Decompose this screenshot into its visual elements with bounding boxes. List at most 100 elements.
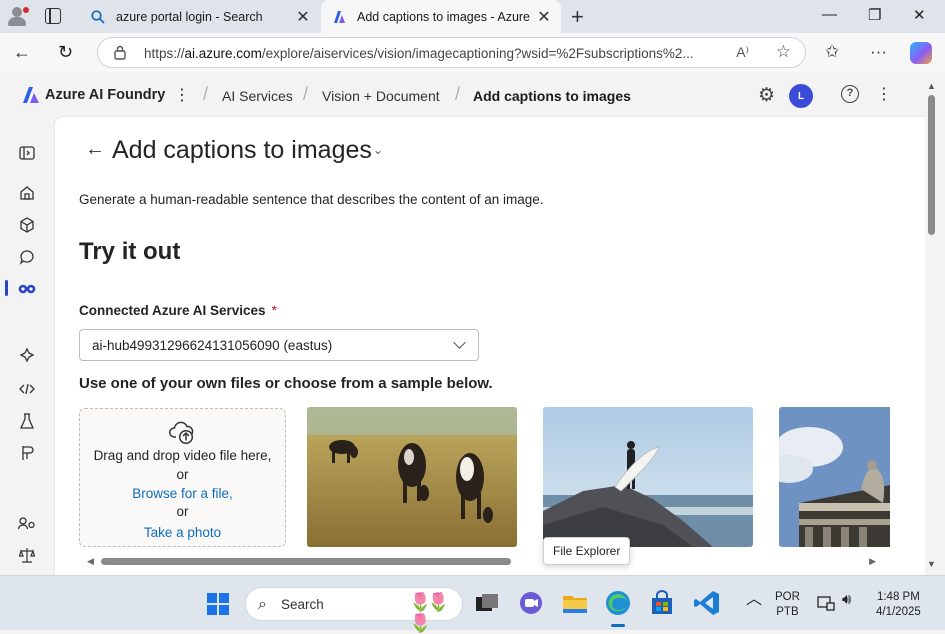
new-tab-icon[interactable]: +	[571, 4, 584, 30]
network-icon[interactable]	[817, 595, 835, 616]
address-bar-row: ← ↻ https://ai.azure.com/explore/aiservi…	[0, 33, 945, 73]
taskbar-tooltip: File Explorer	[543, 537, 631, 565]
evaluation-flask-icon[interactable]	[17, 411, 37, 431]
back-icon[interactable]: ←	[13, 42, 31, 63]
minimize-icon[interactable]: —	[822, 6, 837, 23]
tab-title: azure portal login - Search	[116, 9, 263, 24]
brand-name[interactable]: Azure AI Foundry	[45, 87, 165, 103]
profile-icon[interactable]	[6, 5, 29, 27]
breadcrumb-separator: /	[455, 84, 461, 104]
model-catalog-icon[interactable]	[17, 215, 37, 235]
tulips-icon: 🌷🌷🌷	[409, 592, 450, 633]
header-more-icon[interactable]: ⋮	[876, 84, 892, 104]
page-description: Generate a human-readable sentence that …	[79, 192, 544, 207]
more-options-icon[interactable]: ···	[870, 42, 887, 62]
scroll-left-icon[interactable]: ◀	[87, 556, 94, 567]
breadcrumb-separator: /	[203, 84, 209, 104]
sample-gallery: Drag and drop video file here, or Browse…	[79, 407, 890, 549]
windows-start-icon[interactable]	[207, 593, 229, 615]
user-avatar[interactable]: L	[789, 84, 813, 108]
upload-instructions: Drag and drop video file here,	[93, 448, 272, 463]
close-window-icon[interactable]: ✕	[913, 6, 926, 24]
favorites-icon[interactable]: ✩	[825, 42, 839, 62]
browser-tab-strip: azure portal login - Search ✕ Add captio…	[0, 0, 945, 33]
read-aloud-icon[interactable]: A⁾	[736, 44, 749, 61]
breadcrumb-more-icon[interactable]: ⋮	[174, 85, 190, 105]
close-tab-icon[interactable]: ✕	[292, 7, 314, 27]
browse-file-link[interactable]: Browse for a file,	[80, 486, 285, 501]
back-arrow-icon[interactable]: ←	[85, 138, 105, 161]
scroll-up-icon[interactable]: ▲	[927, 81, 936, 91]
breadcrumb-vision-document[interactable]: Vision + Document	[322, 88, 440, 104]
breadcrumb-current: Add captions to images	[473, 88, 631, 104]
search-icon: ⌕	[258, 596, 267, 613]
clock[interactable]: 1:48 PM 4/1/2025	[876, 590, 921, 620]
tab-actions-icon[interactable]	[45, 8, 61, 24]
microsoft-store-icon[interactable]	[648, 589, 676, 617]
code-icon[interactable]	[17, 379, 37, 399]
scroll-right-icon[interactable]: ▶	[869, 556, 876, 567]
refresh-icon[interactable]: ↻	[58, 42, 73, 63]
restore-icon[interactable]: ❐	[868, 6, 881, 24]
left-nav-rail	[0, 117, 55, 575]
meet-now-icon[interactable]	[517, 589, 545, 617]
governance-scale-icon[interactable]	[17, 545, 37, 565]
file-explorer-icon[interactable]	[561, 589, 589, 617]
vscode-icon[interactable]	[693, 589, 721, 617]
taskbar-search[interactable]: ⌕ Search 🌷🌷🌷	[245, 587, 463, 633]
active-indicator	[5, 280, 8, 296]
gallery-scrollbar[interactable]: ◀ ▶	[79, 555, 890, 567]
breadcrumb-separator: /	[303, 84, 309, 104]
connected-services-label: Connected Azure AI Services *	[79, 303, 277, 318]
upload-dropzone[interactable]: Drag and drop video file here, or Browse…	[79, 408, 286, 547]
help-icon[interactable]: ?	[841, 85, 859, 103]
page-scrollbar[interactable]: ▲ ▼	[925, 73, 938, 575]
taskbar-search-placeholder: Search	[281, 597, 324, 612]
breadcrumb-ai-services[interactable]: AI Services	[222, 88, 293, 104]
connected-service-dropdown[interactable]: ai-hub49931296624131056090 (eastus)	[79, 329, 479, 361]
tab-title: Add captions to images - Azure AI	[357, 9, 533, 24]
page-title: Add captions to images	[112, 136, 372, 164]
take-photo-link[interactable]: Take a photo	[80, 525, 285, 540]
selected-service: ai-hub49931296624131056090 (eastus)	[92, 338, 333, 353]
scroll-down-icon[interactable]: ▼	[927, 559, 936, 569]
upload-or: or	[176, 467, 189, 482]
browser-tab-active[interactable]: Add captions to images - Azure AI ✕	[321, 0, 561, 33]
active-app-indicator	[611, 624, 625, 627]
ai-services-icon[interactable]	[17, 279, 37, 299]
url-field[interactable]: https://ai.azure.com/explore/aiservices/…	[97, 37, 806, 68]
show-hidden-icons-chevron[interactable]: ︿	[746, 592, 762, 608]
sample-image-surfer[interactable]	[543, 407, 753, 547]
browser-tab-search[interactable]: azure portal login - Search ✕	[80, 0, 320, 33]
task-view-icon[interactable]	[473, 589, 501, 617]
windows-taskbar: ⌕ Search 🌷🌷🌷 ︿ POR PTB 🔊︎ 1:48 PM 4/1/2025	[0, 575, 945, 633]
expand-panel-icon[interactable]	[17, 143, 37, 163]
chat-icon[interactable]	[17, 247, 37, 267]
management-icon[interactable]	[17, 513, 37, 533]
cloud-upload-icon	[169, 419, 197, 445]
scrollbar-thumb[interactable]	[101, 558, 511, 565]
azure-logo-icon	[22, 86, 40, 104]
main-content: ← Add captions to images ⌄ Generate a hu…	[55, 117, 925, 575]
chevron-down-icon	[453, 336, 466, 349]
scrollbar-thumb[interactable]	[928, 95, 935, 235]
sample-hint: Use one of your own files or choose from…	[79, 375, 493, 392]
favorite-star-icon[interactable]: ☆	[776, 42, 791, 62]
close-tab-icon[interactable]: ✕	[533, 7, 555, 27]
azure-ai-foundry-icon	[331, 9, 347, 25]
home-icon[interactable]	[17, 183, 37, 203]
sample-image-cows[interactable]	[307, 407, 517, 547]
settings-gear-icon[interactable]: ⚙	[758, 84, 775, 107]
input-language[interactable]: POR PTB	[775, 590, 800, 620]
sample-image-building[interactable]	[779, 407, 890, 547]
url-text: https://ai.azure.com/explore/aiservices/…	[144, 46, 694, 61]
copilot-icon[interactable]	[910, 42, 932, 64]
app-header: Azure AI Foundry ⋮ / AI Services / Visio…	[0, 73, 930, 117]
playground-icon[interactable]	[17, 345, 37, 365]
required-mark: *	[271, 303, 277, 318]
chevron-down-icon[interactable]: ⌄	[373, 143, 383, 157]
lock-icon	[114, 45, 126, 60]
fine-tuning-icon[interactable]	[17, 443, 37, 463]
volume-icon[interactable]: 🔊︎	[842, 592, 851, 607]
edge-browser-icon[interactable]	[604, 589, 632, 617]
